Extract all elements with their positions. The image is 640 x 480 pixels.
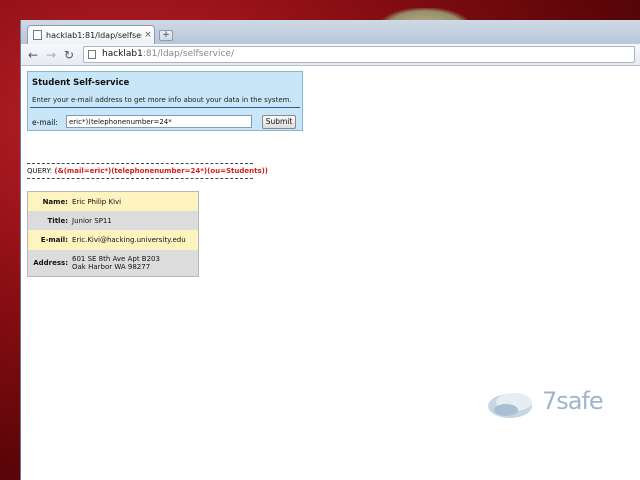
url-host: hacklab1 [102, 49, 143, 59]
field-value: Eric.Kivi@hacking.university.edu [72, 236, 186, 244]
record-table: Name: Eric Philip Kivi Title: Junior SP1… [27, 191, 199, 277]
field-label: Name: [42, 197, 68, 206]
reload-icon[interactable]: ↻ [61, 47, 77, 63]
address-bar[interactable]: hacklab1:81/ldap/selfservice/ [83, 46, 635, 63]
browser-toolbar: ← → ↻ hacklab1:81/ldap/selfservice/ [21, 44, 640, 66]
query-value: (&(mail=eric*)(telephonenumber=24*)(ou=S… [54, 167, 269, 175]
table-row: Title: Junior SP11 [28, 211, 198, 230]
field-label: Address: [33, 259, 68, 267]
self-service-panel: Student Self-service Enter your e-mail a… [27, 71, 303, 131]
page-icon [88, 50, 96, 59]
field-value: Junior SP11 [72, 216, 112, 225]
table-row: E-mail: Eric.Kivi@hacking.university.edu [28, 230, 198, 250]
field-label: Title: [47, 216, 68, 225]
logo-text: 7safe [542, 387, 604, 415]
submit-button[interactable]: Submit [262, 115, 296, 129]
divider [30, 107, 300, 108]
query-label: QUERY: [27, 167, 53, 175]
field-label: E-mail: [40, 236, 68, 244]
field-value: 601 SE 8th Ave Apt B203 Oak Harbor WA 98… [72, 255, 198, 271]
divider [27, 178, 253, 179]
browser-tab[interactable]: hacklab1:81/ldap/selfserv... × [27, 25, 155, 44]
field-value: Eric Philip Kivi [72, 197, 122, 206]
address-line-2: Oak Harbor WA 98277 [72, 263, 151, 271]
address-line-1: 601 SE 8th Ave Apt B203 [72, 255, 160, 263]
logo-swirl-icon [488, 393, 532, 418]
new-tab-button[interactable]: + [159, 30, 173, 41]
email-input[interactable] [66, 115, 252, 128]
close-icon[interactable]: × [142, 30, 154, 40]
query-line: QUERY: (&(mail=eric*)(telephonenumber=24… [27, 167, 268, 175]
tab-strip: hacklab1:81/ldap/selfserv... × + [21, 20, 640, 44]
forward-arrow-icon[interactable]: → [43, 47, 59, 63]
divider [27, 163, 253, 164]
panel-description: Enter your e-mail address to get more in… [32, 96, 292, 104]
email-label: e-mail: [32, 118, 58, 127]
panel-title: Student Self-service [32, 78, 130, 88]
company-logo: 7safe [480, 384, 610, 424]
table-row: Name: Eric Philip Kivi [28, 192, 198, 211]
page-icon [33, 30, 42, 40]
url-path: :81/ldap/selfservice/ [142, 49, 234, 59]
back-arrow-icon[interactable]: ← [25, 47, 41, 63]
tab-title: hacklab1:81/ldap/selfserv... [46, 30, 142, 40]
table-row: Address: 601 SE 8th Ave Apt B203 Oak Har… [28, 250, 198, 276]
